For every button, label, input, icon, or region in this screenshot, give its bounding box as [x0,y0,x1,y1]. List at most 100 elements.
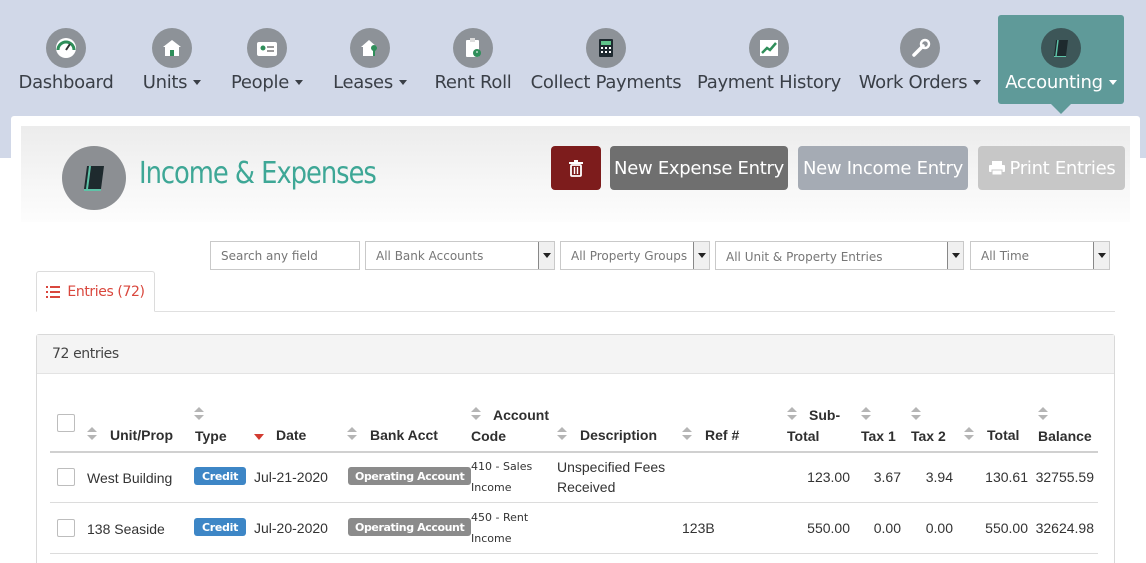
chevron-down-icon [295,80,303,85]
bank-account-badge: Operating Account [348,518,472,536]
sort-icon[interactable] [911,407,921,421]
column-header-subtotal-line2[interactable]: Total [787,428,819,444]
cell-tax2: 0.00 [925,520,953,536]
sort-icon[interactable] [964,427,974,441]
print-label: Print Entries [1009,157,1116,179]
nav-payment-history[interactable]: Payment History [696,0,842,104]
cell-unit[interactable]: West Building [87,470,172,486]
row-checkbox[interactable] [57,519,75,537]
cell-unit[interactable]: 138 Seaside [87,521,165,537]
select-value: All Unit & Property Entries [726,250,883,264]
row-divider [50,553,1098,554]
column-header-account-line2[interactable]: Code [471,428,506,444]
time-range-select[interactable]: All Time [970,241,1110,270]
line-chart-icon [749,28,789,68]
nav-label: People [230,72,289,93]
nav-work-orders[interactable]: Work Orders [858,0,982,104]
ledger-book-icon [62,146,126,210]
sort-descending-icon[interactable] [254,434,264,440]
id-card-icon [247,28,287,68]
chevron-down-icon [193,80,202,85]
nav-leases[interactable]: Leases [328,0,412,104]
printer-icon [988,161,1005,176]
cell-subtotal: 123.00 [807,469,850,485]
chevron-down-icon [1108,80,1117,85]
column-header-account-line1[interactable]: Account [493,407,549,423]
cell-date: Jul-21-2020 [254,469,328,485]
type-badge: Credit [194,467,247,485]
trash-icon [569,160,583,177]
select-all-checkbox[interactable] [57,414,75,432]
nav-label: Rent Roll [434,72,512,93]
row-checkbox[interactable] [57,468,75,486]
nav-label: Collect Payments [530,72,682,93]
nav-accounting[interactable]: Accounting [998,15,1124,114]
cell-tax2: 3.94 [925,469,953,485]
cell-balance: 32624.98 [1035,520,1094,536]
nav-collect-payments[interactable]: Collect Payments [531,0,682,104]
column-header-tax1[interactable]: Tax 1 [861,428,896,444]
delete-button[interactable] [551,146,601,190]
cell-description-line2: Received [557,479,616,495]
unit-property-select[interactable]: All Unit & Property Entries [715,241,964,270]
sort-icon[interactable] [787,407,797,421]
nav-rent-roll[interactable]: Rent Roll [432,0,514,104]
sort-icon[interactable] [682,427,692,441]
entries-count: 72 entries [37,335,1114,374]
bank-account-select[interactable]: All Bank Accounts [365,241,555,270]
list-icon [46,285,61,298]
nav-label: Leases [333,72,393,93]
calculator-icon [586,28,626,68]
nav-label: Payment History [696,72,842,93]
cell-subtotal: 550.00 [807,520,850,536]
nav-label: Work Orders [858,72,968,93]
search-input[interactable] [210,241,360,270]
chevron-down-icon [538,242,554,269]
sort-icon[interactable] [87,427,97,441]
column-header-unit[interactable]: Unit/Prop [110,427,173,443]
cell-account-line1: 410 - Sales [471,460,533,473]
sort-icon[interactable] [557,427,567,441]
sort-icon[interactable] [471,407,481,421]
tab-entries[interactable]: Entries (72) [36,271,155,312]
print-entries-button[interactable]: Print Entries [978,146,1125,190]
nav-label: Units [142,72,188,93]
chevron-down-icon [398,80,407,85]
ledger-book-icon [1041,28,1081,68]
column-header-type[interactable]: Type [195,428,227,444]
page-header: Income & Expenses New Expense Entry New … [21,126,1130,222]
sort-icon[interactable] [347,427,357,441]
cell-tax1: 0.00 [873,520,901,536]
cell-balance: 32755.59 [1035,469,1094,485]
select-value: All Bank Accounts [376,248,484,263]
column-header-tax2[interactable]: Tax 2 [911,428,946,444]
column-header-description[interactable]: Description [580,427,657,443]
sort-icon[interactable] [194,407,204,421]
nav-people[interactable]: People [226,0,308,104]
column-header-total[interactable]: Total [987,427,1019,443]
house-key-icon [350,28,390,68]
table-header-divider [50,451,1098,453]
column-header-subtotal-line1[interactable]: Sub- [809,407,840,423]
nav-dashboard[interactable]: Dashboard [14,0,118,104]
clipboard-clock-icon [453,28,493,68]
cell-account-line2: Income [471,481,512,494]
nav-units[interactable]: Units [134,0,210,104]
column-header-ref[interactable]: Ref # [705,427,739,443]
property-group-select[interactable]: All Property Groups [560,241,710,270]
new-expense-entry-button[interactable]: New Expense Entry [610,146,788,190]
house-icon [152,28,192,68]
column-header-bank[interactable]: Bank Acct [370,427,438,443]
column-header-date[interactable]: Date [276,427,306,443]
row-divider [50,502,1098,503]
cell-total: 550.00 [985,520,1028,536]
nav-label: Accounting [1005,72,1103,93]
wrench-icon [900,28,940,68]
cell-ref: 123B [682,520,715,536]
sort-icon[interactable] [861,407,871,421]
cell-account-line2: Income [471,532,512,545]
new-income-entry-button[interactable]: New Income Entry [798,146,968,190]
sort-icon[interactable] [1038,407,1048,421]
column-header-balance[interactable]: Balance [1038,428,1092,444]
cell-description-line1: Unspecified Fees [557,459,666,475]
